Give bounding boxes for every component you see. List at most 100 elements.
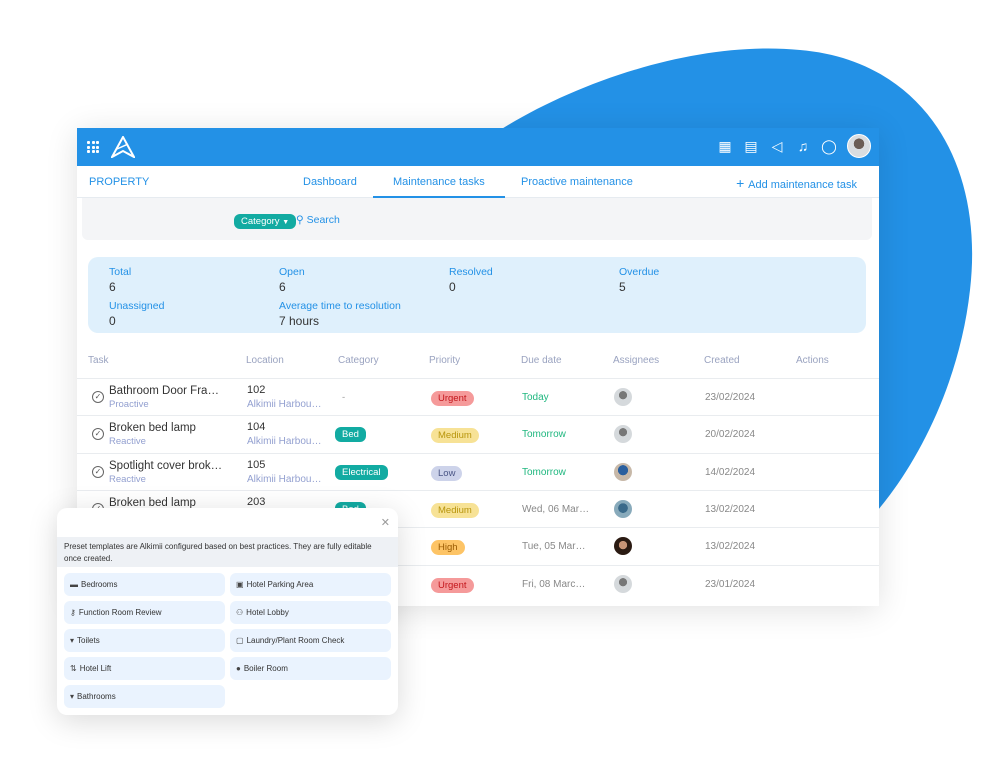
task-name[interactable]: Spotlight cover broken...	[109, 460, 224, 472]
stat-avg-resolution: Average time to resolution 7 hours	[279, 300, 401, 328]
col-actions: Actions	[796, 355, 829, 366]
calendar-icon[interactable]: ▦	[717, 138, 733, 155]
col-created[interactable]: Created	[704, 355, 740, 366]
col-priority[interactable]: Priority	[429, 355, 460, 366]
template-option[interactable]: ⚇ Hotel Lobby	[230, 601, 391, 624]
created-date: 13/02/2024	[705, 503, 756, 515]
due-date: Tomorrow	[522, 466, 566, 478]
stat-overdue: Overdue 5	[619, 266, 660, 294]
stat-unassigned: Unassigned 0	[109, 300, 165, 328]
category-badge: -	[342, 392, 346, 403]
bed-icon: ▬	[70, 580, 78, 589]
template-option[interactable]: ▾ Toilets	[64, 629, 225, 652]
toilet-icon: ▾	[70, 692, 75, 701]
created-date: 20/02/2024	[705, 429, 756, 441]
assignee-avatar[interactable]	[614, 462, 632, 481]
toilet-icon: ▾	[70, 636, 75, 645]
col-task[interactable]: Task	[88, 355, 109, 366]
template-option[interactable]: ▾ Bathrooms	[64, 685, 225, 708]
location-site: Alkimii Harbour...	[247, 436, 322, 448]
report-icon[interactable]: ▤	[743, 138, 759, 155]
megaphone-icon[interactable]: ◁	[769, 138, 785, 155]
template-option[interactable]: ▢ Laundry/Plant Room Check	[230, 629, 391, 652]
assignee-avatar[interactable]	[614, 499, 632, 518]
col-location[interactable]: Location	[246, 355, 284, 366]
car-icon: ▣	[236, 580, 244, 589]
table-row[interactable]: ✓ Bathroom Door Frame... Proactive 102 A…	[77, 378, 879, 415]
check-circle-icon[interactable]: ✓	[92, 428, 104, 441]
filter-bar: Category ▼ ⚲ Search	[82, 198, 872, 240]
category-badge: Bed	[335, 427, 366, 443]
search-icon: ⚲	[296, 214, 304, 226]
priority-badge: Low	[431, 465, 463, 481]
logo[interactable]	[111, 136, 135, 158]
add-maintenance-task-button[interactable]: + Add maintenance task	[736, 175, 857, 191]
created-date: 14/02/2024	[705, 466, 756, 478]
search-button[interactable]: ⚲ Search	[296, 214, 340, 226]
tab-maintenance-tasks[interactable]: Maintenance tasks	[373, 176, 505, 199]
col-assignees[interactable]: Assignees	[613, 355, 659, 366]
people-icon: ⚇	[236, 608, 244, 617]
lift-icon: ⇅	[70, 664, 77, 673]
priority-badge: High	[431, 540, 465, 556]
table-row[interactable]: ✓ Broken bed lamp Reactive 104 Alkimii H…	[77, 415, 879, 452]
plus-icon: +	[736, 175, 749, 191]
fire-icon: ●	[236, 664, 241, 673]
template-option[interactable]: ▣ Hotel Parking Area	[230, 573, 391, 596]
task-name[interactable]: Broken bed lamp	[109, 422, 224, 434]
user-avatar[interactable]	[847, 134, 871, 158]
created-date: 23/01/2024	[705, 578, 756, 590]
location-room: 203	[247, 495, 266, 508]
due-date: Tue, 05 March...	[522, 541, 590, 553]
location-room: 104	[247, 421, 266, 434]
priority-badge: Medium	[431, 502, 479, 518]
preset-templates-popup: ✕ Preset templates are Alkimii configure…	[57, 508, 398, 715]
template-option[interactable]: ● Boiler Room	[230, 657, 391, 680]
template-option[interactable]: ⚷ Function Room Review	[64, 601, 225, 624]
stat-resolved: Resolved 0	[449, 266, 493, 294]
stat-total: Total 6	[109, 266, 132, 294]
priority-badge: Urgent	[431, 577, 474, 593]
nav-bar: PROPERTY Dashboard Maintenance tasks Pro…	[77, 166, 879, 199]
apps-grid-icon[interactable]	[87, 141, 99, 153]
close-icon[interactable]: ✕	[381, 516, 390, 529]
stat-open: Open 6	[279, 266, 305, 294]
category-filter[interactable]: Category ▼	[234, 214, 297, 229]
due-date: Tomorrow	[522, 429, 566, 441]
assignee-avatar[interactable]	[614, 388, 632, 406]
section-label: PROPERTY	[89, 176, 150, 188]
assignee-avatar[interactable]	[614, 537, 632, 556]
tab-dashboard[interactable]: Dashboard	[303, 176, 357, 188]
task-name[interactable]: Bathroom Door Frame...	[109, 385, 224, 397]
key-icon: ⚷	[70, 608, 76, 617]
stats-panel: Total 6 Open 6 Resolved 0 Overdue 5 Unassign…	[88, 257, 866, 333]
chat-icon[interactable]: ◯	[821, 138, 837, 155]
col-category[interactable]: Category	[338, 355, 379, 366]
top-bar: ▦ ▤ ◁ ♫ ◯	[77, 128, 879, 166]
location-site: Alkimii Harbour...	[247, 473, 322, 485]
template-option[interactable]: ⇅ Hotel Lift	[64, 657, 225, 680]
check-circle-icon[interactable]: ✓	[92, 391, 104, 403]
due-date: Today	[522, 392, 549, 403]
task-type: Reactive	[109, 436, 146, 448]
location-room: 105	[247, 458, 266, 471]
priority-badge: Medium	[431, 428, 479, 444]
tab-proactive-maintenance[interactable]: Proactive maintenance	[521, 176, 633, 188]
table-row[interactable]: ✓ Spotlight cover broken... Reactive 105…	[77, 452, 879, 490]
created-date: 23/02/2024	[705, 392, 756, 403]
task-type: Proactive	[109, 399, 149, 410]
check-circle-icon[interactable]: ✓	[92, 465, 104, 478]
location-site: Alkimii Harbour...	[247, 399, 322, 410]
template-option[interactable]: ▬ Bedrooms	[64, 573, 225, 596]
created-date: 13/02/2024	[705, 541, 756, 553]
col-due-date[interactable]: Due date	[521, 355, 562, 366]
bell-icon[interactable]: ♫	[795, 138, 811, 154]
assignee-avatar[interactable]	[614, 425, 632, 444]
assignee-avatar[interactable]	[614, 574, 632, 593]
task-type: Reactive	[109, 473, 146, 485]
caret-down-icon: ▼	[282, 219, 290, 226]
location-room: 102	[247, 384, 266, 396]
due-date: Fri, 08 March ...	[522, 578, 590, 590]
due-date: Wed, 06 March...	[522, 503, 590, 515]
priority-badge: Urgent	[431, 391, 474, 406]
